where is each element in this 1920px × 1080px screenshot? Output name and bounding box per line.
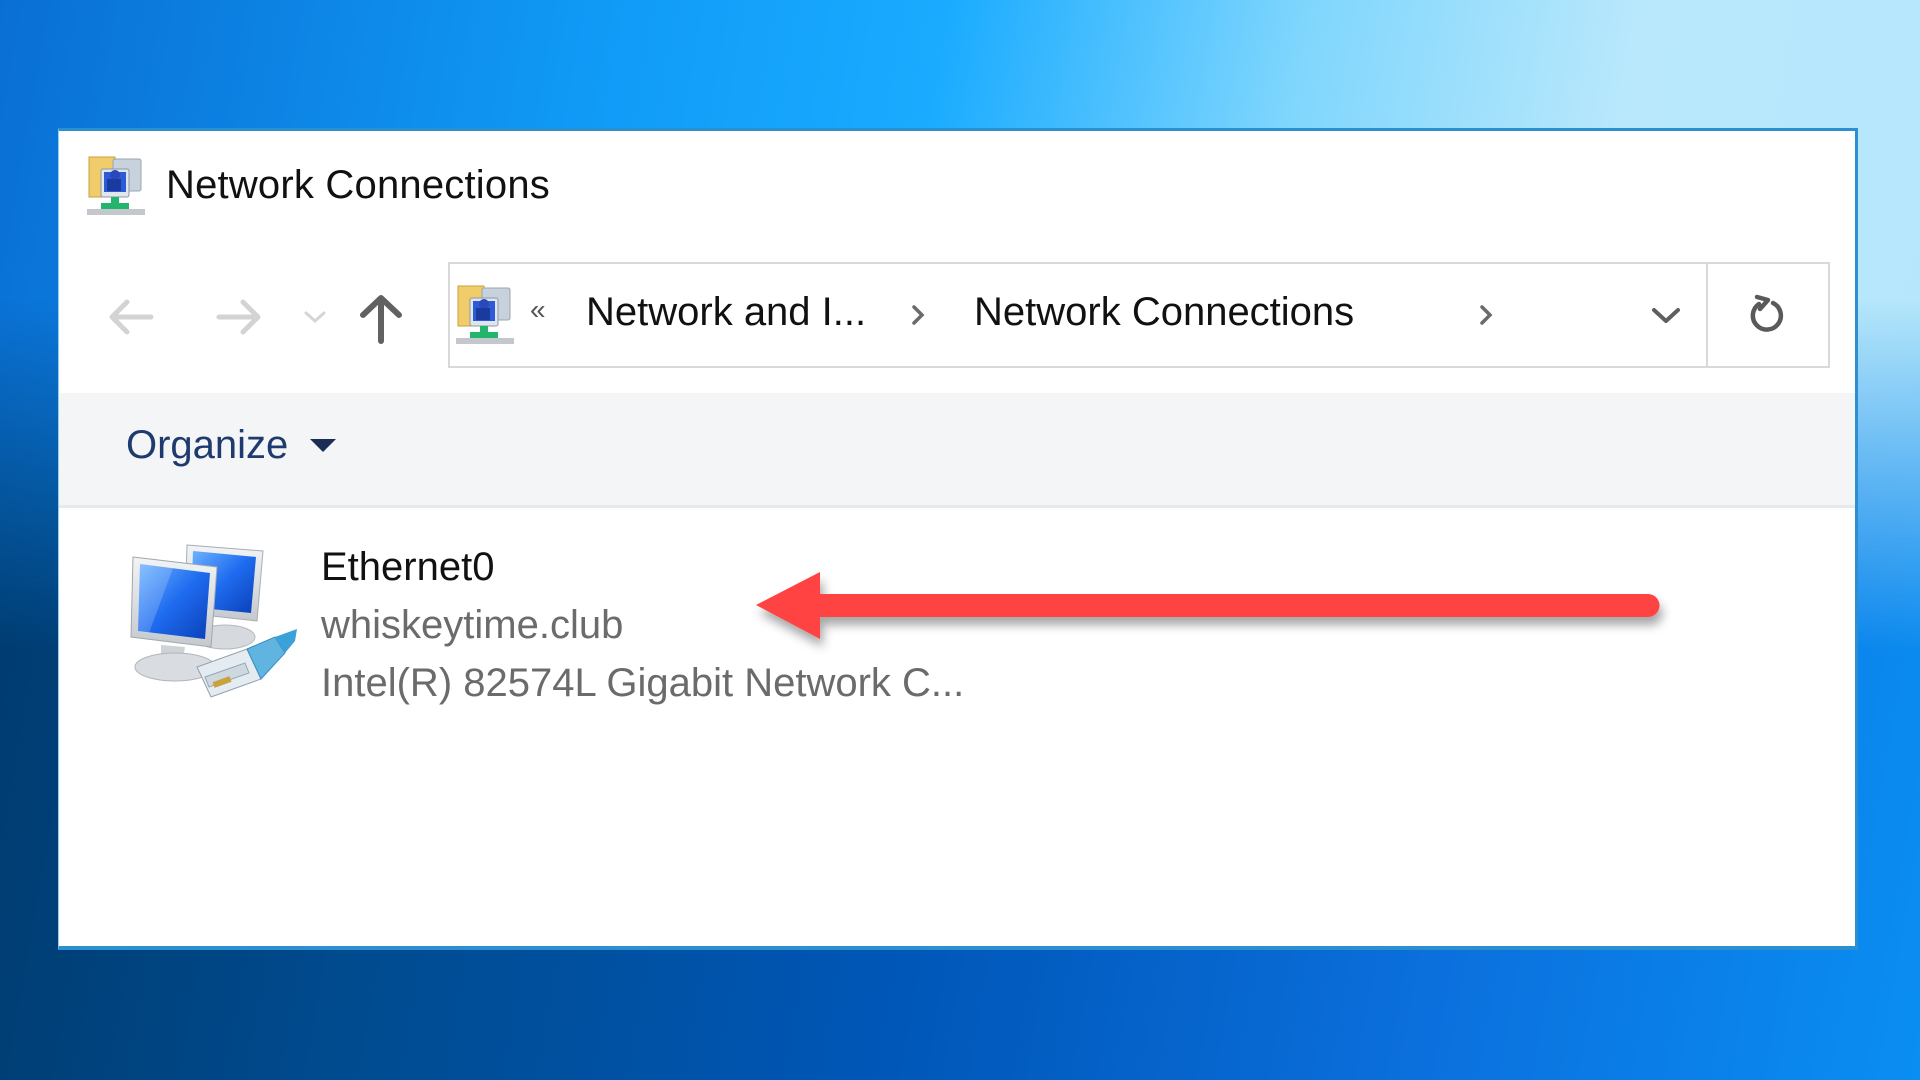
command-bar: Organize	[59, 393, 1855, 508]
arrow-up-icon	[360, 295, 402, 344]
address-history-dropdown[interactable]	[1648, 298, 1684, 334]
annotation-arrow	[756, 572, 1660, 639]
breadcrumb-network-and-internet[interactable]: Network and I...	[586, 290, 866, 335]
connection-name: Ethernet0	[321, 545, 495, 589]
organize-label: Organize	[126, 423, 289, 467]
arrow-right-icon	[216, 299, 261, 335]
caret-down-icon	[310, 439, 337, 452]
connection-device: Intel(R) 82574L Gigabit Network C...	[321, 661, 965, 705]
breadcrumb-overflow-button[interactable]: «	[530, 294, 546, 326]
recent-locations-button[interactable]	[295, 291, 335, 343]
network-connections-folder-icon	[87, 155, 145, 215]
back-button[interactable]	[101, 291, 161, 343]
chevron-down-small-icon	[304, 311, 326, 324]
breadcrumb-separator[interactable]	[1478, 302, 1494, 333]
address-bar[interactable]: « Network and I... Network Connections	[448, 262, 1708, 368]
breadcrumb-separator[interactable]	[910, 302, 926, 333]
title-bar: Network Connections	[87, 153, 550, 217]
breadcrumb-network-connections[interactable]: Network Connections	[974, 290, 1354, 335]
red-arrow-icon	[756, 572, 1660, 639]
organize-menu-button[interactable]: Organize	[126, 423, 337, 468]
network-connections-window: Network Connections « Network and I... N…	[58, 128, 1858, 950]
network-adapter-icon	[125, 537, 297, 705]
network-connections-folder-icon	[456, 284, 514, 344]
window-title: Network Connections	[166, 162, 550, 207]
chevron-right-icon	[912, 305, 925, 325]
refresh-button[interactable]	[1706, 262, 1830, 368]
forward-button[interactable]	[209, 291, 269, 343]
refresh-icon	[1750, 294, 1784, 332]
up-button[interactable]	[351, 289, 411, 349]
connection-network: whiskeytime.club	[321, 603, 624, 647]
network-connection-item[interactable]: Ethernet0 whiskeytime.club Intel(R) 8257…	[119, 531, 964, 711]
arrow-left-icon	[109, 299, 154, 335]
chevron-down-icon	[1652, 308, 1680, 323]
chevron-right-icon	[1480, 305, 1493, 325]
